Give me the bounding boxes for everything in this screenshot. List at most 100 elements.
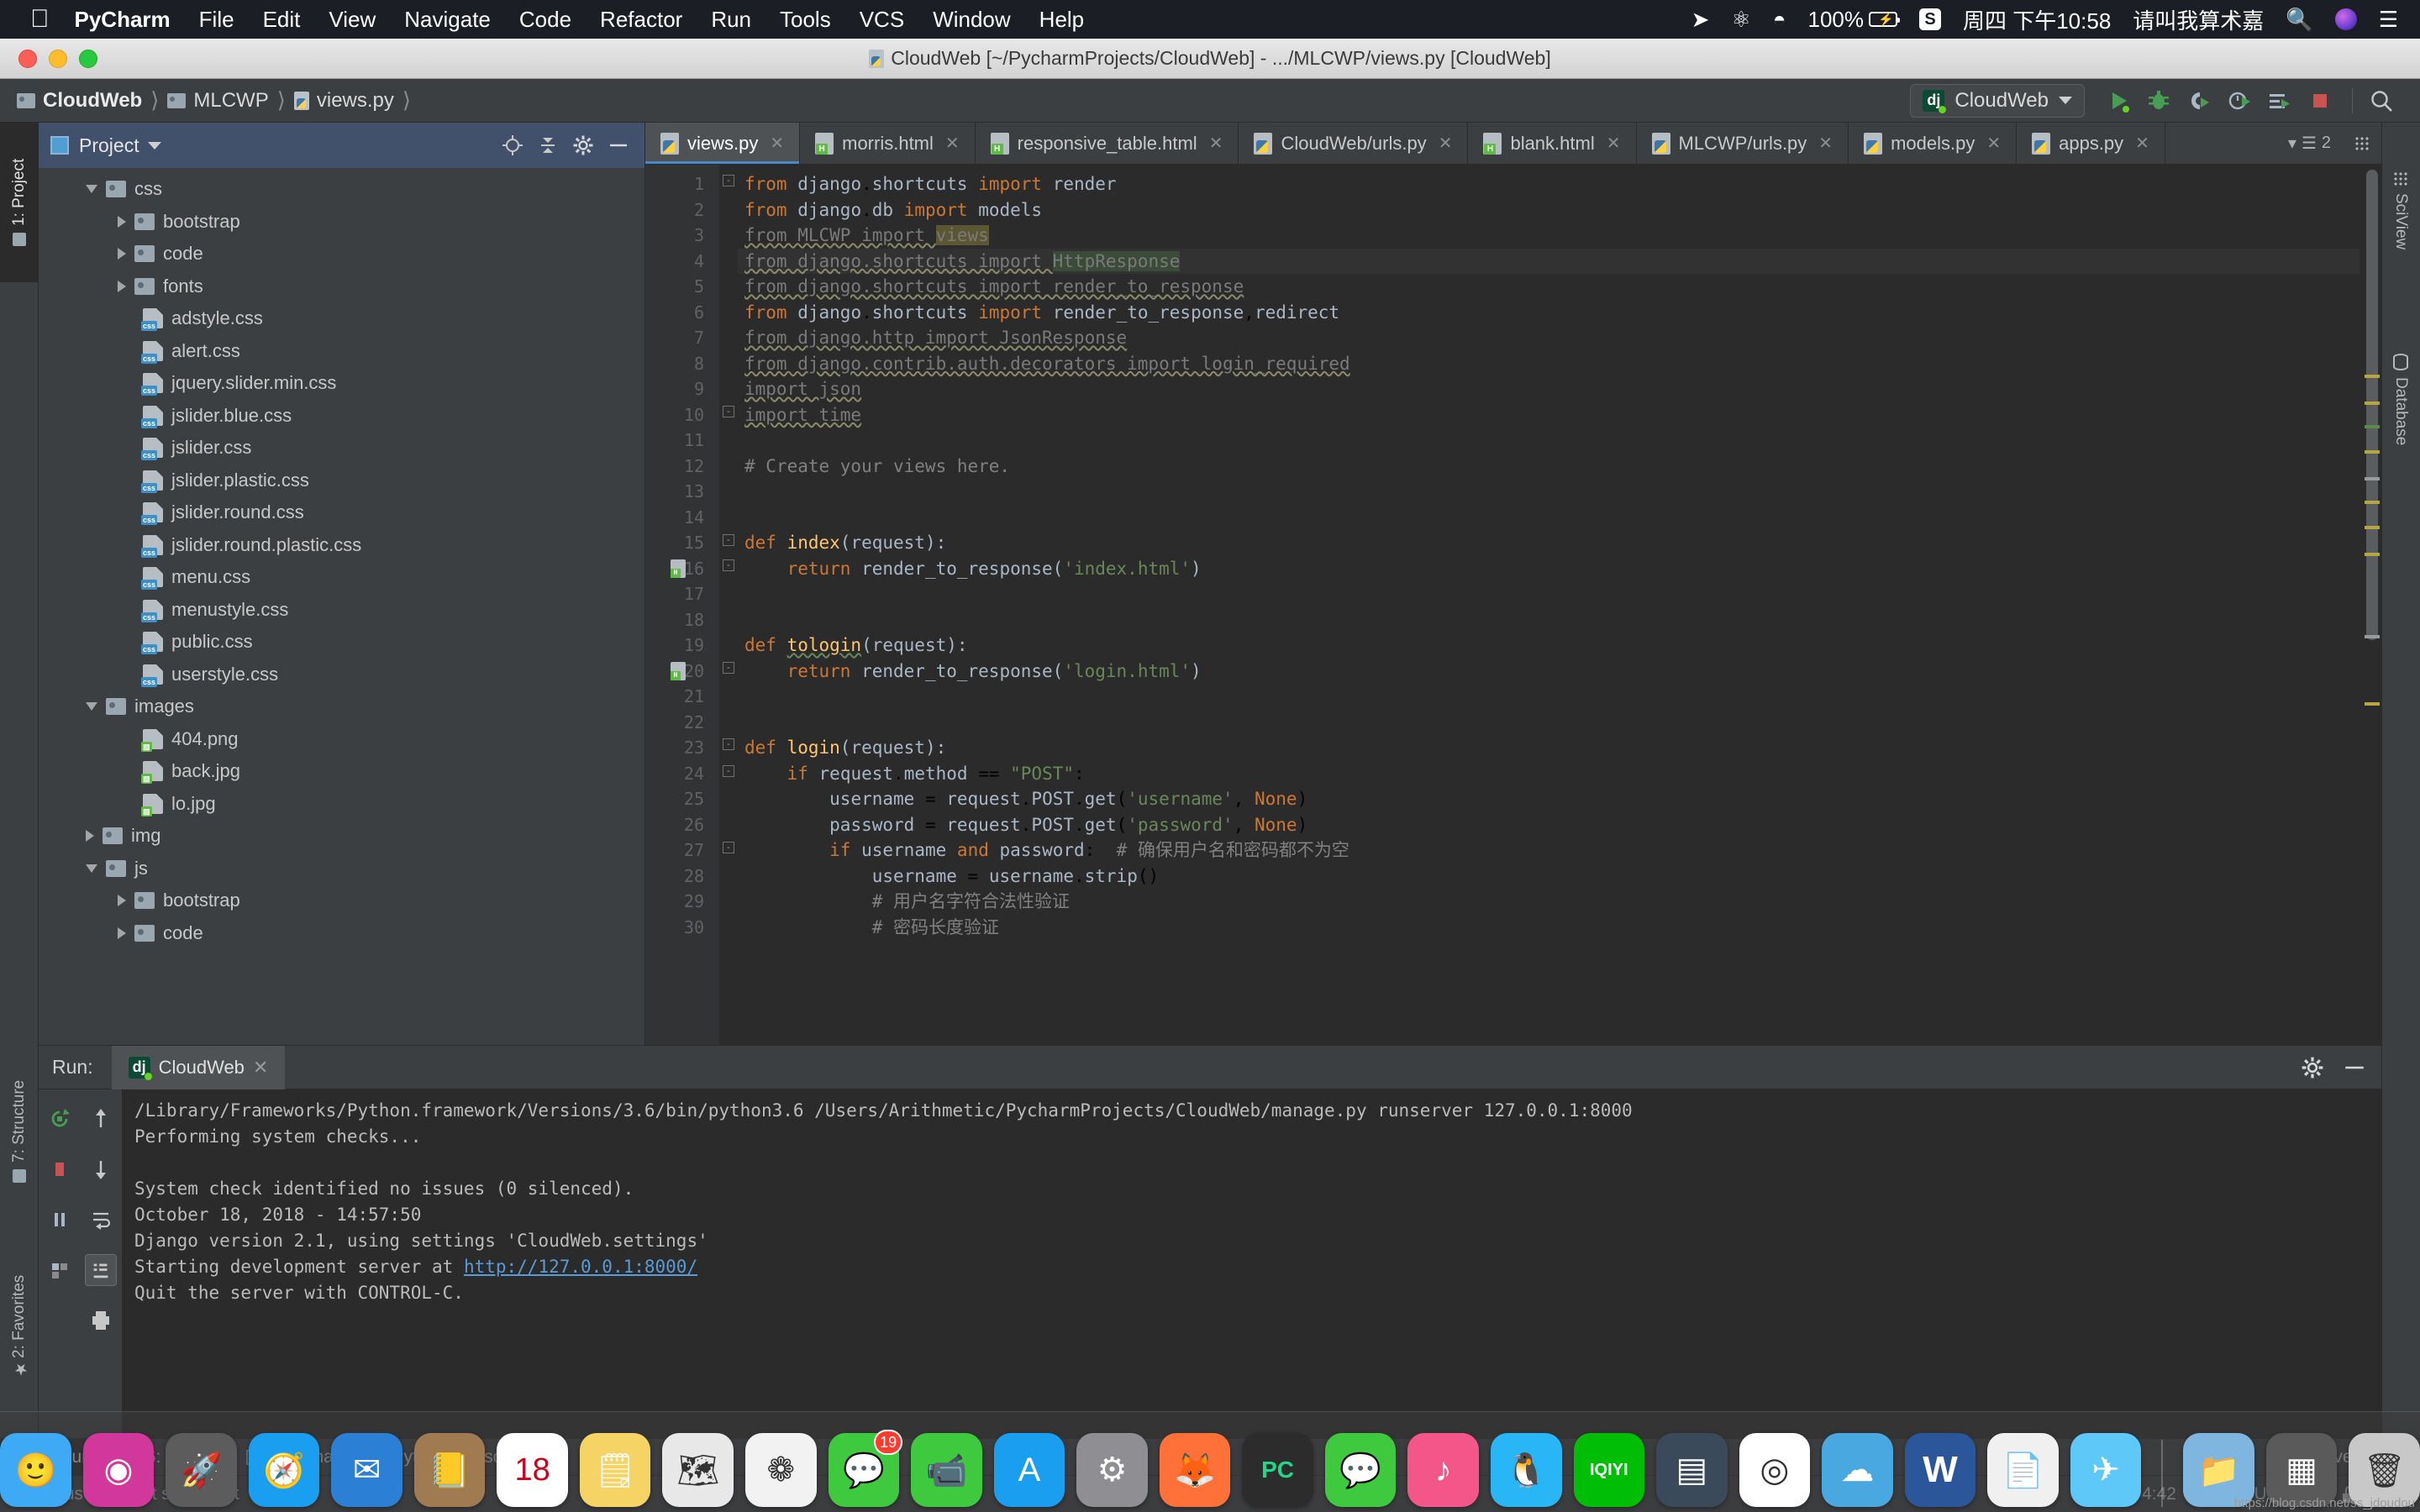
control-center-icon[interactable]: ☰ [2379,7,2398,33]
menu-user-name[interactable]: 请叫我算术嘉 [2133,4,2264,35]
tree-row[interactable]: css alert.css [39,335,644,368]
html-file-icon[interactable] [671,559,686,578]
chevron-down-icon[interactable] [86,702,97,711]
editor-tab-overflow[interactable]: ▾ ☰ 2 [2276,123,2343,164]
run-with-console-button[interactable] [2261,82,2298,119]
close-icon[interactable]: ✕ [770,133,784,154]
editor-tab-models-py[interactable]: models.py ✕ [1849,123,2018,164]
menu-item-refactor[interactable]: Refactor [600,7,682,33]
html-file-icon[interactable] [671,661,686,680]
dock-item-pycharm[interactable]: PC [1242,1433,1313,1507]
debug-button[interactable] [2140,82,2177,119]
code-line[interactable]: from django.db import models [738,197,2381,223]
close-icon[interactable]: ✕ [1607,133,1621,154]
menu-item-help[interactable]: Help [1039,7,1084,33]
code-line[interactable]: from MLCWP import views [738,223,2381,249]
tree-row[interactable]: css public.css [39,626,644,659]
close-icon[interactable]: ✕ [1818,133,1833,154]
breadcrumb-item-cloudweb[interactable]: CloudWeb [17,89,147,113]
chevron-down-icon[interactable] [86,185,97,194]
editor-fold-column[interactable]: - - - - - - - - [719,165,738,1119]
menu-app-name[interactable]: PyCharm [75,7,171,33]
code-line[interactable] [738,581,2381,607]
dock-item-maps[interactable]: 🗺 [662,1433,734,1507]
code-line[interactable]: username = username.strip() [738,864,2381,890]
fold-icon[interactable]: - [723,842,734,853]
dock-item-iqiyi[interactable]: IQIYI [1573,1433,1645,1507]
fold-icon[interactable]: - [723,175,734,186]
run-button[interactable] [2100,82,2137,119]
location-arrow-icon[interactable]: ➤ [1691,7,1710,33]
dock-item-system-preferences[interactable]: ⚙ [1076,1433,1148,1507]
menu-item-navigate[interactable]: Navigate [404,7,491,33]
dock-item-qq[interactable]: 🐧 [1490,1433,1562,1507]
chevron-right-icon[interactable] [86,830,94,843]
tree-row[interactable]: css menu.css [39,561,644,594]
dock-item-pages[interactable]: 📄 [1987,1433,2059,1507]
editor-tab-mlcwp-urls-py[interactable]: MLCWP/urls.py ✕ [1637,123,1849,164]
sidebar-item-structure[interactable]: 7: Structure [0,1043,39,1220]
fold-icon[interactable]: - [723,534,734,546]
menu-item-window[interactable]: Window [933,7,1010,33]
dock-item-firefox[interactable]: 🦊 [1159,1433,1231,1507]
code-line[interactable]: from django.contrib.auth.decorators impo… [738,351,2381,377]
dock-item-sketch[interactable]: ✈ [2070,1433,2142,1507]
dock-item-chrome[interactable]: ◎ [1739,1433,1811,1507]
server-url-link[interactable]: http://127.0.0.1:8000/ [464,1257,697,1277]
apple-icon[interactable]:  [30,7,50,32]
chevron-right-icon[interactable] [118,895,126,907]
search-icon[interactable]: 🔍 [2286,7,2312,33]
tree-row[interactable]: ▨ back.jpg [39,755,644,788]
wifi-icon[interactable]: ◓ [1773,7,1786,33]
tree-row[interactable]: code [39,917,644,950]
editor-code-area[interactable]: from django.shortcuts import render from … [738,165,2381,1119]
code-line[interactable]: # Create your views here. [738,454,2381,480]
code-line[interactable]: from django.shortcuts import render_to_r… [738,274,2381,300]
tree-row[interactable]: ▨ lo.jpg [39,788,644,821]
dock-item-contacts[interactable]: 📒 [413,1433,486,1507]
code-line[interactable]: if request.method == "POST": [738,761,2381,787]
code-line[interactable]: if username and password: # 确保用户名和密码都不为空 [738,837,2381,864]
tree-row[interactable]: img [39,820,644,853]
minus-icon[interactable] [2339,1053,2370,1083]
gear-icon[interactable] [2297,1053,2328,1083]
breadcrumb-item-viewspy[interactable]: views.py [293,89,399,113]
chevron-down-icon[interactable] [86,864,97,873]
code-line[interactable]: # 用户名字符合法性验证 [738,889,2381,915]
tree-row[interactable]: js [39,853,644,885]
code-editor[interactable]: 1234567891011121314151617181920212223242… [645,165,2381,1119]
menu-item-file[interactable]: File [199,7,234,33]
editor-scrollbar[interactable] [2360,165,2381,1119]
close-icon[interactable]: ✕ [1439,133,1453,154]
fold-icon[interactable]: - [723,765,734,777]
run-configuration-selector[interactable]: dj CloudWeb [1910,83,2085,118]
input-method-icon[interactable]: S [1919,8,1941,30]
dock-item-facetime[interactable]: 📹 [911,1433,982,1507]
gear-icon[interactable] [569,131,597,160]
dock-item-messages[interactable]: 💬 19 [828,1430,903,1507]
dock-item-cloud[interactable]: ☁ [1822,1433,1893,1507]
dock-item-calendar[interactable]: 18 [497,1433,568,1507]
code-line[interactable]: return render_to_response('index.html') [738,556,2381,582]
dock-item-app-store[interactable]: A [993,1433,1065,1507]
tree-row[interactable]: css menustyle.css [39,594,644,627]
code-line[interactable]: from django.http import JsonResponse [738,325,2381,351]
tree-row[interactable]: css [39,173,644,206]
code-line[interactable]: from django.shortcuts import render [738,171,2381,197]
dock-item-wechat[interactable]: 💬 [1324,1433,1397,1507]
editor-tab-morris-html[interactable]: morris.html ✕ [800,123,976,164]
menu-item-run[interactable]: Run [711,7,751,33]
scrollbar-thumb[interactable] [2366,170,2378,640]
dock-item-safari[interactable]: 🧭 [248,1433,320,1507]
tree-row[interactable]: css adstyle.css [39,302,644,335]
tree-row[interactable]: css jslider.round.css [39,496,644,529]
code-line[interactable] [738,479,2381,505]
split-layout-icon[interactable] [2343,123,2381,164]
code-line[interactable]: username = request.POST.get('username', … [738,786,2381,812]
chevron-down-icon[interactable] [147,141,161,150]
breadcrumb-item-mlcwp[interactable]: MLCWP [167,89,273,113]
code-line[interactable] [738,428,2381,454]
soft-wrap-icon[interactable] [85,1204,117,1236]
tree-row[interactable]: code [39,238,644,270]
battery-status[interactable]: 100% ⚡ [1808,7,1900,33]
